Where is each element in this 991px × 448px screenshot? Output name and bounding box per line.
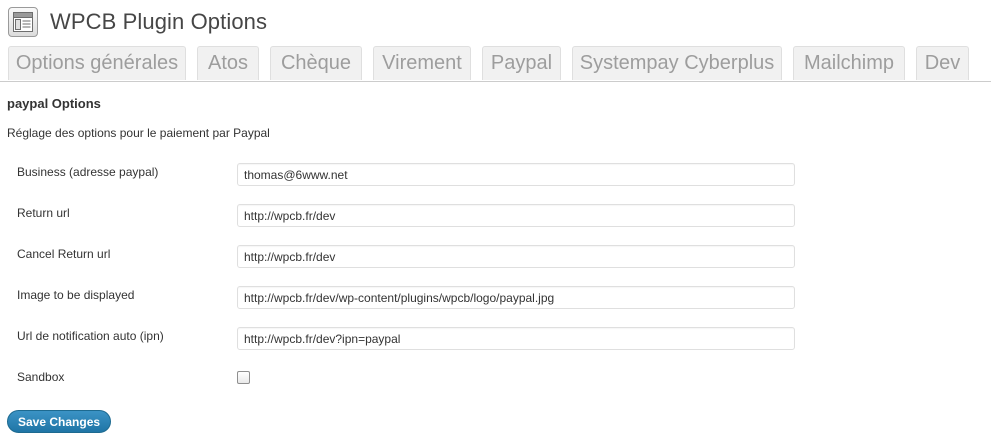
ipn-url-input[interactable] <box>237 327 795 350</box>
field-row-ipn: Url de notification auto (ipn) <box>0 327 991 351</box>
section-description: Réglage des options pour le paiement par… <box>7 126 270 140</box>
business-label: Business (adresse paypal) <box>17 165 159 179</box>
image-label: Image to be displayed <box>17 288 135 302</box>
tab-dev[interactable]: Dev <box>916 46 969 80</box>
field-row-sandbox: Sandbox <box>0 368 991 392</box>
image-url-input[interactable] <box>237 286 795 309</box>
tab-virement[interactable]: Virement <box>373 46 471 80</box>
return-url-input[interactable] <box>237 204 795 227</box>
tab-atos[interactable]: Atos <box>197 46 259 80</box>
return-url-label: Return url <box>17 206 70 220</box>
sandbox-label: Sandbox <box>17 370 65 384</box>
tab-options-generales[interactable]: Options générales <box>8 46 186 80</box>
sandbox-checkbox[interactable] <box>237 371 250 384</box>
tab-mailchimp[interactable]: Mailchimp <box>793 46 905 80</box>
tab-cheque[interactable]: Chèque <box>270 46 362 80</box>
field-row-business: Business (adresse paypal) <box>0 163 991 187</box>
ipn-url-label: Url de notification auto (ipn) <box>17 329 164 343</box>
page-title: WPCB Plugin Options <box>50 9 268 34</box>
cancel-return-url-label: Cancel Return url <box>17 247 111 261</box>
field-row-cancel-return-url: Cancel Return url <box>0 245 991 269</box>
business-input[interactable] <box>237 163 795 186</box>
section-title: paypal Options <box>7 96 101 111</box>
field-row-return-url: Return url <box>0 204 991 228</box>
save-changes-button[interactable]: Save Changes <box>7 410 112 433</box>
settings-page-icon <box>8 7 38 37</box>
tab-systempay-cyberplus[interactable]: Systempay Cyberplus <box>572 46 782 80</box>
tab-paypal[interactable]: Paypal <box>482 46 561 80</box>
cancel-return-url-input[interactable] <box>237 245 795 268</box>
field-row-image: Image to be displayed <box>0 286 991 310</box>
page-header: WPCB Plugin Options <box>8 4 267 40</box>
options-tabbar: Options générales Atos Chèque Virement P… <box>0 46 991 82</box>
